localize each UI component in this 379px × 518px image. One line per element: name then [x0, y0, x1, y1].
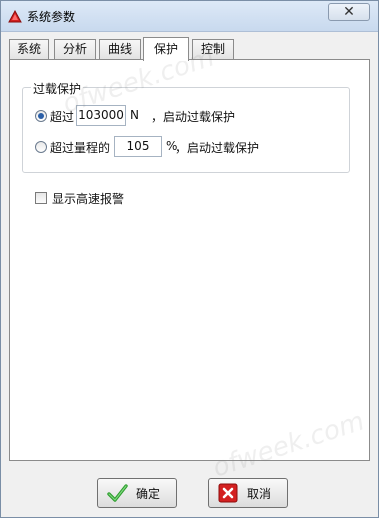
watermark: ofweek.com — [209, 406, 368, 484]
radio-selected-dot — [38, 113, 44, 119]
option2-prefix-label: 超过量程的 — [50, 141, 111, 155]
option2-suffix-label: ，启动过载保护 — [175, 141, 260, 155]
tab-curve[interactable]: 曲线 — [99, 39, 141, 59]
close-icon: ✕ — [343, 4, 355, 20]
app-red-triangle-icon — [8, 10, 22, 23]
overload-force-input[interactable]: 103000 — [76, 105, 126, 126]
ok-button[interactable]: 确定 — [97, 478, 177, 508]
system-parameters-dialog: 系统参数 ✕ 系统 分析 曲线 保护 控制 过载保护 超过 103000 N ，… — [0, 0, 379, 518]
high-speed-alarm-label: 显示高速报警 — [52, 192, 125, 206]
cancel-button[interactable]: 取消 — [208, 478, 288, 508]
close-button[interactable]: ✕ — [328, 3, 370, 21]
high-speed-alarm-checkbox[interactable] — [35, 192, 47, 204]
option1-prefix-label: 超过 — [50, 110, 75, 124]
overload-force-radio[interactable] — [35, 110, 47, 122]
protection-tab-panel: 过载保护 超过 103000 N ，启动过载保护 超过量程的 105 % ，启动… — [9, 42, 370, 484]
tab-control[interactable]: 控制 — [192, 39, 234, 59]
group-title: 过载保护 — [31, 80, 84, 97]
option1-suffix-label: ，启动过载保护 — [151, 110, 236, 124]
window-title: 系统参数 — [27, 10, 76, 24]
tab-analysis[interactable]: 分析 — [54, 39, 96, 59]
tab-system[interactable]: 系统 — [9, 39, 49, 59]
green-check-icon — [107, 484, 128, 502]
title-bar[interactable]: 系统参数 ✕ — [1, 1, 378, 32]
option1-unit-label: N — [130, 108, 139, 122]
cancel-button-label: 取消 — [247, 486, 272, 501]
red-x-icon — [218, 483, 238, 503]
overload-percent-input[interactable]: 105 — [114, 136, 162, 157]
overload-protection-group: 过载保护 超过 103000 N ，启动过载保护 超过量程的 105 % ，启动… — [22, 80, 350, 173]
tab-protection[interactable]: 保护 — [143, 37, 189, 61]
ok-button-label: 确定 — [136, 486, 161, 501]
overload-percent-radio[interactable] — [35, 141, 47, 153]
